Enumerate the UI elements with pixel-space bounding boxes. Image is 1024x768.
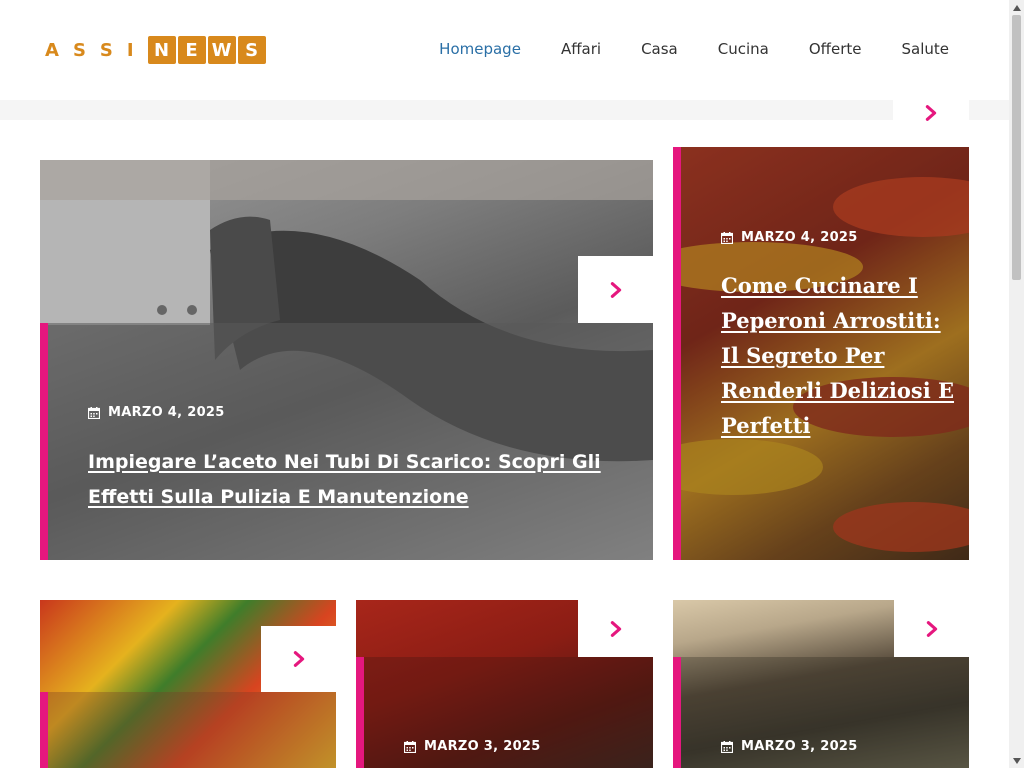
- logo-letter: I: [126, 39, 134, 61]
- nav-item-cucina[interactable]: Cucina: [718, 40, 769, 58]
- article-arrow-button[interactable]: [578, 600, 653, 657]
- article-overlay: MARZO 3, 2025: [356, 657, 653, 768]
- nav-item-affari[interactable]: Affari: [561, 40, 601, 58]
- side-article-card[interactable]: MARZO 4, 2025 Come Cucinare I Peperoni A…: [673, 147, 969, 560]
- nav-item-salute[interactable]: Salute: [902, 40, 950, 58]
- date-text: MARZO 3, 2025: [424, 739, 541, 754]
- logo-box-letter: N: [147, 36, 176, 64]
- side-overlay: MARZO 4, 2025 Come Cucinare I Peperoni A…: [673, 147, 969, 560]
- article-date: MARZO 3, 2025: [721, 739, 858, 754]
- article-card-1[interactable]: [40, 600, 336, 768]
- featured-overlay: MARZO 4, 2025 Impiegare L’aceto Nei Tubi…: [40, 323, 653, 560]
- chevron-right-icon: [610, 620, 621, 637]
- chevron-right-icon: [925, 104, 937, 121]
- calendar-icon: [88, 406, 100, 419]
- article-overlay: MARZO 3, 2025: [673, 657, 969, 768]
- page-scrollbar[interactable]: [1009, 0, 1024, 768]
- logo-letter: A: [45, 39, 59, 61]
- side-title-link[interactable]: Come Cucinare I Peperoni Arrostiti: Il S…: [721, 268, 956, 443]
- slider-next-button[interactable]: [893, 90, 969, 135]
- nav-item-casa[interactable]: Casa: [641, 40, 678, 58]
- featured-date: MARZO 4, 2025: [88, 405, 225, 420]
- calendar-icon: [404, 740, 416, 753]
- featured-arrow-button[interactable]: [578, 256, 653, 323]
- logo-box-letter: S: [237, 36, 266, 64]
- article-date: MARZO 3, 2025: [404, 739, 541, 754]
- date-text: MARZO 4, 2025: [108, 405, 225, 420]
- chevron-right-icon: [293, 651, 304, 667]
- main-nav: Homepage Affari Casa Cucina Offerte Salu…: [399, 40, 949, 58]
- article-card-2[interactable]: MARZO 3, 2025: [356, 600, 653, 768]
- side-date: MARZO 4, 2025: [721, 230, 858, 245]
- chevron-right-icon: [610, 281, 621, 298]
- featured-title-link[interactable]: Impiegare L’aceto Nei Tubi Di Scarico: S…: [88, 445, 628, 515]
- header-divider: [0, 100, 1009, 120]
- nav-item-offerte[interactable]: Offerte: [809, 40, 862, 58]
- scroll-down-button[interactable]: [1009, 753, 1024, 768]
- calendar-icon: [721, 740, 733, 753]
- arrow-up-icon: [1012, 4, 1021, 11]
- article-arrow-button[interactable]: [894, 600, 969, 657]
- logo-letter: S: [72, 39, 86, 61]
- article-arrow-button[interactable]: [261, 626, 336, 692]
- date-text: MARZO 3, 2025: [741, 739, 858, 754]
- scroll-thumb[interactable]: [1012, 15, 1021, 280]
- site-logo[interactable]: A S S I N E W S: [45, 35, 268, 65]
- chevron-right-icon: [926, 620, 937, 637]
- calendar-icon: [721, 231, 733, 244]
- scroll-up-button[interactable]: [1009, 0, 1024, 15]
- logo-box-letter: W: [207, 36, 236, 64]
- nav-item-homepage[interactable]: Homepage: [439, 40, 521, 58]
- date-text: MARZO 4, 2025: [741, 230, 858, 245]
- article-card-3[interactable]: MARZO 3, 2025: [673, 600, 969, 768]
- logo-letter: S: [99, 39, 113, 61]
- featured-article-card[interactable]: MARZO 4, 2025 Impiegare L’aceto Nei Tubi…: [40, 160, 653, 560]
- logo-box-letter: E: [177, 36, 206, 64]
- arrow-down-icon: [1012, 757, 1021, 764]
- site-header: A S S I N E W S Homepage Affari Casa Cuc…: [0, 0, 1009, 100]
- article-overlay: [40, 692, 336, 768]
